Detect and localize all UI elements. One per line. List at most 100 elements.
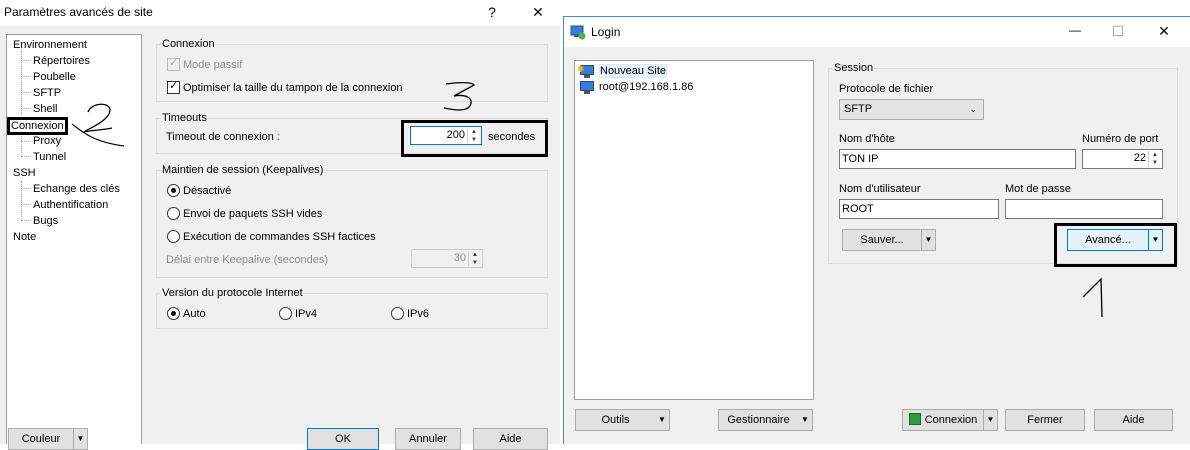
login-title: Login [591, 25, 621, 39]
keepalive-dummy-commands-radio[interactable] [167, 230, 180, 243]
ipv6-radio[interactable] [391, 307, 404, 320]
ipv4-radio[interactable] [279, 307, 292, 320]
keepalive-group-label: Maintien de session (Keepalives) [161, 164, 325, 176]
close-icon[interactable]: ✕ [526, 4, 550, 21]
timeout-spinner-arrows[interactable]: ▲ ▼ [467, 128, 480, 143]
user-input[interactable]: ROOT [839, 199, 999, 219]
timeout-value: 200 [446, 129, 465, 141]
keepalive-empty-packets-label: Envoi de paquets SSH vides [183, 208, 323, 220]
minimize-icon[interactable]: — [1063, 23, 1087, 37]
settings-tree[interactable]: Environnement Répertoires Poubelle SFTP … [6, 34, 142, 444]
annotation-number-3 [443, 81, 475, 111]
keepalive-interval-input[interactable]: 30 ▲ ▼ [411, 249, 483, 268]
close-icon[interactable]: ✕ [1152, 23, 1176, 40]
ip-version-group-label: Version du protocole Internet [161, 287, 304, 299]
site-item-root[interactable]: root@192.168.1.86 [579, 79, 693, 95]
tree-item-echange-des-cles[interactable]: Echange des clés [31, 182, 122, 196]
color-button[interactable]: Couleur ▼ [8, 428, 88, 450]
port-spinner-arrows[interactable]: ▲ ▼ [1148, 151, 1161, 167]
port-label: Numéro de port [1082, 133, 1159, 145]
tools-button[interactable]: Outils ▼ [575, 409, 670, 431]
keepalive-dummy-commands-label: Exécution de commandes SSH factices [183, 231, 376, 243]
help-icon[interactable]: ? [480, 4, 504, 20]
user-label: Nom d'utilisateur [839, 183, 921, 195]
connexion-group-label: Connexion [161, 38, 216, 50]
manager-button-label: Gestionnaire [727, 414, 790, 426]
port-value: 22 [1133, 152, 1146, 164]
winscp-app-icon [570, 24, 586, 40]
chevron-down-icon: ▼ [1148, 230, 1162, 250]
password-input[interactable] [1005, 199, 1163, 219]
session-group-label: Session [833, 62, 875, 74]
ip-auto-label: Auto [183, 308, 206, 320]
timeouts-group-label: Timeouts [161, 112, 208, 124]
tree-item-bugs[interactable]: Bugs [31, 214, 60, 228]
tree-item-authentification[interactable]: Authentification [31, 198, 110, 212]
keepalive-empty-packets-radio[interactable] [167, 207, 180, 220]
host-label: Nom d'hôte [839, 133, 895, 145]
advanced-site-settings-dialog: Paramètres avancés de site ? ✕ Environne… [0, 0, 560, 450]
site-list[interactable]: ✱ Nouveau Site root@192.168.1.86 [574, 60, 814, 400]
site-item-label: Nouveau Site [599, 64, 668, 78]
save-button[interactable]: Sauver... ▼ [842, 229, 936, 251]
tree-item-environnement[interactable]: Environnement [11, 38, 89, 52]
tree-item-shell[interactable]: Shell [31, 102, 59, 116]
computer-icon [579, 80, 595, 95]
host-input[interactable]: TON IP [839, 149, 1076, 169]
keepalive-disabled-radio[interactable] [167, 184, 180, 197]
help-button[interactable]: Aide [473, 428, 548, 450]
tree-item-repertoires[interactable]: Répertoires [31, 54, 92, 68]
manager-button[interactable]: Gestionnaire ▼ [718, 409, 813, 431]
tree-item-ssh[interactable]: SSH [11, 166, 38, 180]
chevron-down-icon: ▼ [983, 410, 997, 430]
ipv6-label: IPv6 [407, 308, 430, 320]
tree-item-tunnel[interactable]: Tunnel [31, 150, 68, 164]
chevron-down-icon: ▼ [801, 415, 809, 424]
help-button[interactable]: Aide [1094, 409, 1173, 431]
login-dialog: Login — ☐ ✕ ✱ Nouveau Site root@192.168.1… [563, 16, 1190, 444]
chevron-down-icon: ▼ [73, 429, 87, 449]
login-connect-button[interactable]: Connexion ▼ [902, 409, 998, 431]
maximize-icon[interactable]: ☐ [1106, 23, 1130, 40]
annotation-number-1 [1082, 277, 1103, 318]
tree-item-poubelle[interactable]: Poubelle [31, 70, 78, 84]
site-item-label: root@192.168.1.86 [599, 81, 694, 93]
ip-auto-radio[interactable] [167, 307, 180, 320]
optimiser-checkbox[interactable]: ✓ [167, 80, 180, 94]
advanced-button[interactable]: Avancé... ▼ [1067, 229, 1163, 251]
tree-item-sftp[interactable]: SFTP [31, 86, 63, 100]
optimiser-label: Optimiser la taille du tampon de la conn… [183, 82, 403, 94]
keepalive-interval-arrows[interactable]: ▲ ▼ [468, 251, 481, 266]
login-connect-label: Connexion [924, 414, 978, 426]
login-titlebar: Login — ☐ ✕ [564, 17, 1190, 47]
timeout-input[interactable]: 200 ▲ ▼ [410, 126, 482, 145]
new-site-icon: ✱ [577, 64, 595, 79]
chevron-down-icon: ⌄ [969, 104, 977, 114]
password-label: Mot de passe [1005, 183, 1072, 195]
protocol-label: Protocole de fichier [839, 83, 934, 95]
login-icon [908, 413, 921, 426]
advanced-dialog-title: Paramètres avancés de site [4, 5, 153, 19]
mode-passif-label: Mode passif [183, 59, 243, 71]
protocol-select[interactable]: SFTP ⌄ [839, 99, 984, 120]
timeout-label: Timeout de connexion : [166, 131, 280, 143]
port-input[interactable]: 22 ▲ ▼ [1082, 149, 1163, 169]
cancel-button[interactable]: Annuler [395, 428, 461, 450]
advanced-dialog-titlebar: Paramètres avancés de site ? ✕ [0, 0, 560, 26]
keepalive-disabled-label: Désactivé [183, 185, 232, 197]
ipv4-label: IPv4 [295, 308, 318, 320]
keepalive-interval-value: 30 [453, 252, 466, 264]
advanced-button-label: Avancé... [1085, 234, 1131, 246]
save-button-label: Sauver... [860, 234, 904, 246]
ok-button[interactable]: OK [307, 428, 379, 450]
mode-passif-checkbox[interactable]: ✓ [167, 57, 180, 71]
tree-item-note[interactable]: Note [11, 230, 38, 244]
tree-item-proxy[interactable]: Proxy [31, 134, 63, 148]
tree-item-connexion[interactable]: Connexion [7, 117, 68, 135]
chevron-down-icon: ▼ [921, 230, 935, 250]
annotation-number-2 [71, 103, 125, 147]
close-button[interactable]: Fermer [1005, 409, 1085, 431]
color-button-label: Couleur [21, 433, 61, 445]
site-item-new[interactable]: ✱ Nouveau Site [577, 63, 668, 79]
chevron-down-icon: ▼ [658, 415, 666, 424]
